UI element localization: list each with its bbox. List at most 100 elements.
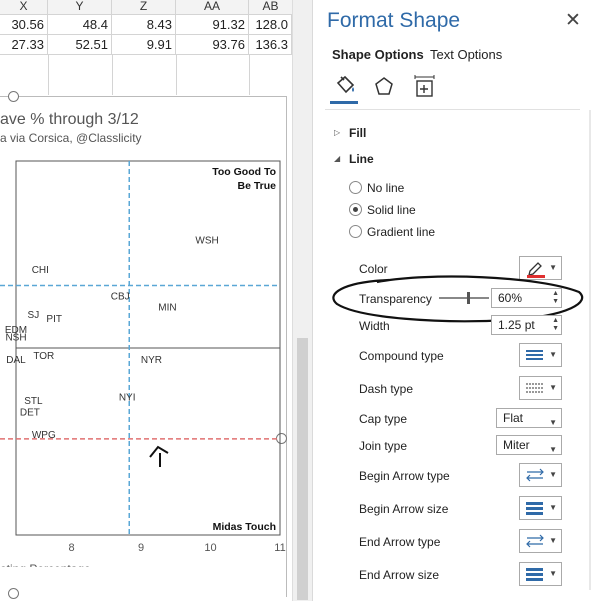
section-line[interactable]: Line [349,152,374,166]
compound-type-dropdown[interactable]: ▼ [519,343,562,367]
radio-button[interactable] [349,181,362,194]
column-header-ab[interactable]: AB [249,0,292,14]
join-type-value: Miter [503,438,530,452]
size-properties-icon[interactable] [410,73,438,101]
scrollbar-thumb[interactable] [297,338,308,600]
dash-type-dropdown[interactable]: ▼ [519,376,562,400]
chart-object[interactable]: ave % through 3/12 a via Corsica, @Class… [0,91,287,599]
data-point-label: PIT [46,314,62,325]
chevron-down-icon: ▼ [549,470,557,479]
radio-label: Solid line [367,203,416,217]
x-tick-label: 11 [274,542,285,554]
width-label: Width [359,319,390,333]
gridline [176,55,177,95]
resize-handle[interactable] [8,588,19,599]
hand-drawn-arrow-annotation [149,445,169,467]
section-fill[interactable]: Fill [349,126,366,140]
spreadsheet[interactable]: X Y Z AA AB 30.56 48.4 8.43 91.32 128.0 … [0,0,292,601]
data-point-label: TOR [33,351,54,362]
chevron-down-icon: ▼ [549,536,557,545]
spin-arrows-icon[interactable]: ▲ ▼ [552,317,559,333]
pane-title: Format Shape [327,9,461,32]
tab-shape-options[interactable]: Shape Options [332,47,424,62]
active-tab-indicator [330,101,358,104]
column-header-aa[interactable]: AA [176,0,249,14]
data-point-label: NYR [141,355,162,366]
cell[interactable]: 136.3 [249,35,292,54]
compound-type-label: Compound type [359,349,444,363]
divider [325,109,580,110]
dash-lines-icon [526,383,543,393]
fill-line-icon[interactable] [331,73,359,101]
quadrant-label-top-right: Too Good To Be True [212,166,276,192]
chevron-down-icon[interactable]: ◢ [334,154,340,163]
column-header-z[interactable]: Z [112,0,176,14]
chevron-down-icon: ▼ [549,350,557,359]
arrow-size-icon [526,568,543,581]
end-arrow-type-label: End Arrow type [359,535,441,549]
cap-type-label: Cap type [359,412,408,426]
data-point-label: SJ [28,310,40,321]
data-point-label: DET [20,407,40,418]
x-tick-label: 9 [138,542,144,554]
begin-arrow-size-label: Begin Arrow size [359,502,449,516]
radio-solid-line[interactable]: Solid line [349,203,416,217]
dash-type-label: Dash type [359,382,414,396]
radio-button-selected[interactable] [349,203,362,216]
data-point-label: MIN [158,303,176,314]
table-row: 27.33 52.51 9.91 93.76 136.3 [0,35,292,55]
radio-gradient-line[interactable]: Gradient line [349,225,435,239]
cell[interactable]: 8.43 [112,15,176,34]
chevron-down-icon: ▼ [549,569,557,578]
cell[interactable]: 52.51 [48,35,112,54]
column-header-row: X Y Z AA AB [0,0,292,15]
chevron-down-icon: ▼ [549,503,557,512]
vertical-scrollbar[interactable] [292,0,312,601]
data-point-label: NSH [5,333,26,344]
tab-text-options[interactable]: Text Options [430,47,502,62]
x-tick-label: 8 [69,542,75,554]
data-point-label: WPG [32,430,56,441]
radio-no-line[interactable]: No line [349,181,404,195]
radio-label: Gradient line [367,225,436,239]
width-value[interactable]: 1.25 pt [498,318,535,332]
chevron-down-icon: ▼ [549,445,557,454]
arrow-type-icon [526,468,544,482]
chevron-down-icon: ▼ [549,383,557,392]
radio-label: No line [367,181,405,195]
width-spinner[interactable]: 1.25 pt ▲ ▼ [491,315,562,335]
close-icon[interactable]: ✕ [565,9,581,32]
join-type-select[interactable]: Miter ▼ [496,435,562,455]
table-row: 30.56 48.4 8.43 91.32 128.0 [0,15,292,35]
x-axis-label: oting Percentage [0,562,91,567]
column-header-y[interactable]: Y [48,0,112,14]
begin-arrow-size-dropdown[interactable]: ▼ [519,496,562,520]
begin-arrow-type-dropdown[interactable]: ▼ [519,463,562,487]
effects-icon[interactable] [370,73,398,101]
gridline [112,55,113,95]
begin-arrow-type-label: Begin Arrow type [359,469,450,483]
column-header-x[interactable]: X [0,0,48,14]
gridline [48,55,49,95]
chevron-down-icon: ▼ [549,418,557,427]
end-arrow-size-label: End Arrow size [359,568,440,582]
chevron-right-icon[interactable]: ▷ [334,128,340,137]
radio-button[interactable] [349,225,362,238]
cell[interactable]: 91.32 [176,15,249,34]
end-arrow-type-dropdown[interactable]: ▼ [519,529,562,553]
data-point-label: CBJ [111,291,130,302]
plot-area[interactable]: Too Good To Be True Midas Touch WSH CHI CBJ MI… [0,97,286,567]
cap-type-select[interactable]: Flat ▼ [496,408,562,428]
data-point-label: CHI [32,265,49,276]
gridline [249,55,250,95]
quadrant-label-bottom-right: Midas Touch [213,521,276,533]
cell[interactable]: 30.56 [0,15,48,34]
cell[interactable]: 9.91 [112,35,176,54]
end-arrow-size-dropdown[interactable]: ▼ [519,562,562,586]
cell[interactable]: 93.76 [176,35,249,54]
arrow-type-icon [526,534,544,548]
cell[interactable]: 48.4 [48,15,112,34]
cell[interactable]: 27.33 [0,35,48,54]
cell[interactable]: 128.0 [249,15,292,34]
cap-type-value: Flat [503,411,524,425]
